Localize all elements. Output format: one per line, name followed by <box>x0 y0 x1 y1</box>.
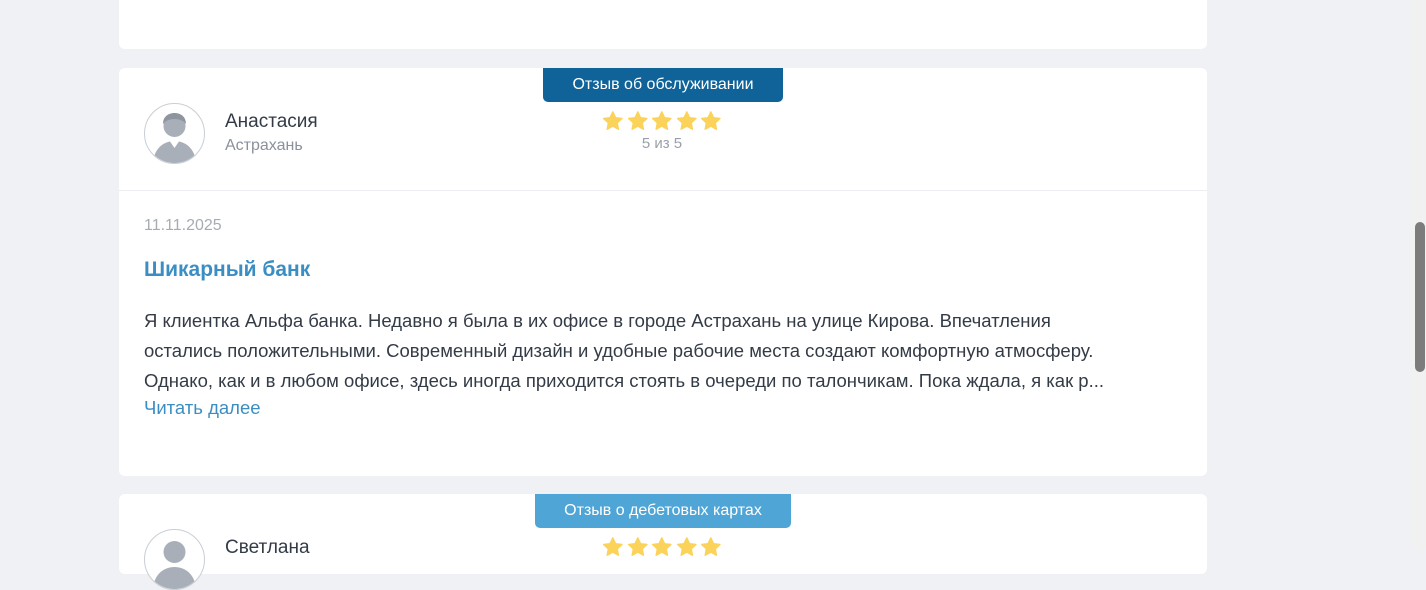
star-icon <box>676 537 697 556</box>
star-icon <box>602 111 623 130</box>
scrollbar-thumb[interactable] <box>1415 222 1425 372</box>
star-icon <box>701 111 722 130</box>
card-divider <box>119 190 1207 191</box>
user-avatar-icon <box>144 529 205 590</box>
review-author-name: Анастасия <box>225 111 318 132</box>
review-body: Я клиентка Альфа банка. Недавно я была в… <box>144 306 1184 396</box>
page-scrollbar[interactable] <box>1412 0 1426 550</box>
review-title-link[interactable]: Шикарный банк <box>144 258 310 282</box>
star-icon <box>701 537 722 556</box>
review-body-line: Я клиентка Альфа банка. Недавно я была в… <box>144 310 1051 331</box>
read-more-link[interactable]: Читать далее <box>144 397 261 419</box>
previous-review-card <box>119 0 1207 49</box>
review-body-line: остались положительными. Современный диз… <box>144 340 1094 361</box>
user-silhouette-icon <box>153 541 196 589</box>
review-author-name: Светлана <box>225 537 310 558</box>
star-icon <box>627 111 648 130</box>
review-body-line: Однако, как и в любом офисе, здесь иногд… <box>144 370 1105 391</box>
rating-stars <box>602 110 722 132</box>
review-rating: 5 из 5 <box>602 110 722 152</box>
star-icon <box>627 537 648 556</box>
review-author-city: Астрахань <box>225 137 303 154</box>
review-category-tag[interactable]: Отзыв об обслуживании <box>543 68 783 102</box>
review-category-tag[interactable]: Отзыв о дебетовых картах <box>535 494 791 528</box>
user-avatar-icon <box>144 103 205 164</box>
review-card: Отзыв об обслуживании Анастасия Астрахан… <box>119 68 1207 476</box>
next-review-card: Отзыв о дебетовых картах Светлана <box>119 494 1207 590</box>
review-date: 11.11.2025 <box>144 217 222 234</box>
star-icon <box>652 537 672 556</box>
star-icon <box>652 111 672 130</box>
star-icon <box>602 537 623 556</box>
star-icon <box>676 111 697 130</box>
user-silhouette-icon <box>153 113 196 163</box>
rating-text: 5 из 5 <box>641 135 683 152</box>
review-rating <box>602 536 722 558</box>
rating-stars <box>602 536 722 558</box>
